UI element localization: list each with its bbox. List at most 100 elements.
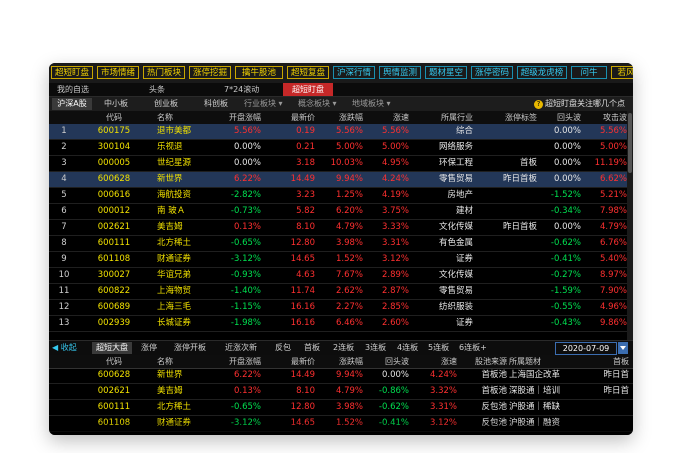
top-col-header-5[interactable]: 涨跌幅 [317, 111, 363, 124]
pool-tab-1[interactable]: 超短大盘 [92, 342, 132, 354]
top-col-header-3[interactable]: 开盘涨幅 [215, 111, 261, 124]
table-row[interactable]: 002621 美吉姆 0.13% 8.10 4.79% -0.86% 3.32% 首板池 深股通… [49, 384, 633, 400]
cell-theme: 沪股通｜稀缺 [509, 402, 561, 412]
cell-chg: 2.27% [335, 302, 363, 312]
bottom-col-header-4[interactable]: 最新价 [269, 355, 315, 368]
nav-tab-3[interactable]: 超短盯盘 [283, 83, 333, 96]
table-row[interactable]: 600628 新世界 6.22% 14.49 9.94% 0.00% 4.24% 首板池 上海国… [49, 368, 633, 384]
cell-ind: 房地产 [447, 190, 473, 200]
table-row[interactable]: 3 000005 世纪星源 0.00% 3.18 10.03% 4.95% 环保工程 首板 0.0… [49, 156, 633, 172]
cell-name: 上海三毛 [157, 302, 192, 312]
toolbar-button-10[interactable]: 超级龙虎榜 [517, 66, 567, 79]
market-tab-3[interactable]: 科创板 [204, 98, 232, 110]
pool-tab-7[interactable]: 2连板 [333, 342, 357, 354]
table-row[interactable]: 1 600175 退市美都 5.56% 0.19 5.56% 5.56% 综合 0.00% 5.5… [49, 124, 633, 140]
vertical-scrollbar[interactable] [627, 111, 633, 340]
toolbar-button-12[interactable]: 若风 [611, 66, 633, 79]
table-row[interactable]: 6 000012 南 玻Ａ -0.73% 5.82 6.20% 3.75% 建材 -0.34% 7… [49, 204, 633, 220]
table-row[interactable]: 2 300104 乐视退 0.00% 0.21 5.00% 5.00% 网络服务 0.00% 5.… [49, 140, 633, 156]
market-tab-0[interactable]: 沪深A股 [52, 98, 92, 110]
market-tab-4[interactable]: 行业板块 ▾ [244, 98, 288, 110]
top-col-header-1[interactable]: 代码 [89, 111, 139, 124]
pool-tab-8[interactable]: 3连板 [365, 342, 389, 354]
top-col-header-0[interactable] [53, 111, 75, 124]
toolbar-button-3[interactable]: 涨停挖掘 [189, 66, 231, 79]
collapse-button[interactable]: ◀ 收起 [52, 342, 82, 354]
chevron-down-icon[interactable] [618, 342, 628, 354]
pool-tab-10[interactable]: 5连板 [428, 342, 452, 354]
bottom-col-header-1[interactable]: 代码 [89, 355, 139, 368]
cell-n: 12 [58, 302, 70, 312]
table-row[interactable]: 11 600822 上海物贸 -1.40% 11.74 2.62% 2.87% 零售贸易 -1.… [49, 284, 633, 300]
table-row[interactable]: 5 000616 海航投资 -2.82% 3.23 1.25% 4.19% 房地产 -1.52%… [49, 188, 633, 204]
nav-tab-0[interactable]: 我的自选 [57, 83, 97, 96]
cell-ind: 有色金属 [438, 238, 473, 248]
cell-code: 600111 [97, 402, 131, 412]
table-row[interactable]: 7 002621 美吉姆 0.13% 8.10 4.79% 3.33% 文化传媒 昨日首板 0.0… [49, 220, 633, 236]
top-col-header-10[interactable]: 攻击波 [587, 111, 627, 124]
cell-pool: 反包池 [481, 402, 507, 412]
date-picker[interactable]: 2020-07-09 [555, 342, 617, 355]
bottom-col-header-6[interactable]: 回头波 [367, 355, 409, 368]
cell-code: 600689 [97, 302, 131, 312]
cell-open: -1.15% [230, 302, 261, 312]
market-tab-6[interactable]: 地域板块 ▾ [352, 98, 396, 110]
table-row[interactable]: 8 600111 北方稀土 -0.65% 12.80 3.98% 3.31% 有色金属 -0.6… [49, 236, 633, 252]
toolbar-button-2[interactable]: 热门板块 [143, 66, 185, 79]
top-col-header-4[interactable]: 最新价 [269, 111, 315, 124]
market-tab-5[interactable]: 概念板块 ▾ [298, 98, 342, 110]
bottom-col-header-5[interactable]: 涨跌幅 [317, 355, 363, 368]
cell-tag [479, 268, 537, 283]
pool-tab-5[interactable]: 反包 [275, 342, 295, 354]
toolbar-button-6[interactable]: 沪深行情 [333, 66, 375, 79]
toolbar-button-7[interactable]: 舆情监测 [379, 66, 421, 79]
pool-tab-6[interactable]: 首板 [304, 342, 324, 354]
cell-back: -0.55% [550, 302, 581, 312]
cell-speed: 3.32% [429, 386, 457, 396]
toolbar-button-11[interactable]: 问牛 [571, 66, 607, 79]
table-row[interactable]: 13 002939 长城证券 -1.98% 16.16 6.46% 2.60% 证券 -0.43… [49, 316, 633, 332]
pool-tab-2[interactable]: 涨停 [141, 342, 161, 354]
table-row[interactable]: 9 601108 财通证券 -3.12% 14.65 1.52% 3.12% 证券 -0.41%… [49, 252, 633, 268]
table-row[interactable]: 600111 北方稀土 -0.65% 12.80 3.98% -0.62% 3.31% 反包池… [49, 400, 633, 416]
pool-tab-3[interactable]: 涨停开板 [174, 342, 210, 354]
bottom-col-header-8[interactable]: 股池来源 [467, 355, 507, 368]
table-row[interactable]: 4 600628 新世界 6.22% 14.49 9.94% 4.24% 零售贸易 昨日首板 0.… [49, 172, 633, 188]
cell-name: 新世界 [157, 174, 183, 184]
cell-open: -2.82% [230, 190, 261, 200]
bottom-col-header-2[interactable]: 名称 [157, 355, 217, 368]
pool-tab-9[interactable]: 4连板 [397, 342, 421, 354]
toolbar-button-9[interactable]: 涨停密码 [471, 66, 513, 79]
bottom-col-header-10[interactable]: 首板 [589, 355, 629, 368]
top-col-header-9[interactable]: 回头波 [545, 111, 581, 124]
market-tab-1[interactable]: 中小板 [104, 98, 132, 110]
top-col-header-6[interactable]: 涨速 [367, 111, 409, 124]
cell-name: 财通证券 [157, 254, 192, 264]
toolbar-button-4[interactable]: 擒牛股池 [235, 66, 283, 79]
cell-chg: 1.52% [335, 254, 363, 264]
nav-tab-2[interactable]: 7*24滚动 [224, 83, 264, 96]
scrollbar-thumb[interactable] [628, 113, 632, 173]
bottom-col-header-3[interactable]: 开盘涨幅 [215, 355, 261, 368]
table-row[interactable]: 10 300027 华谊兄弟 -0.93% 4.63 7.67% 2.89% 文化传媒 -0.2… [49, 268, 633, 284]
toolbar-button-5[interactable]: 超短复盘 [287, 66, 329, 79]
cell-code: 600822 [97, 286, 131, 296]
top-col-header-8[interactable]: 涨停标签 [479, 111, 537, 124]
top-col-header-2[interactable]: 名称 [157, 111, 217, 124]
toolbar-button-1[interactable]: 市场情绪 [97, 66, 139, 79]
pool-tab-4[interactable]: 近涨次新 [225, 342, 261, 354]
bottom-col-header-9[interactable]: 所属题材 [509, 355, 573, 368]
cell-speed: 2.87% [381, 286, 409, 296]
top-col-header-7[interactable]: 所属行业 [421, 111, 473, 124]
watch-notice[interactable]: ? 超短盯盘关注哪几个点 [534, 98, 625, 110]
pool-tab-11[interactable]: 6连板+ [459, 342, 487, 354]
bottom-col-header-7[interactable]: 涨速 [411, 355, 457, 368]
cell-tag [479, 316, 537, 331]
nav-tab-1[interactable]: 头条 [149, 83, 179, 96]
bottom-col-header-0[interactable] [53, 355, 75, 368]
toolbar-button-8[interactable]: 题材星空 [425, 66, 467, 79]
cell-tag [479, 300, 537, 315]
market-tab-2[interactable]: 创业板 [154, 98, 182, 110]
toolbar-button-0[interactable]: 超短盯盘 [51, 66, 93, 79]
table-row[interactable]: 12 600689 上海三毛 -1.15% 16.16 2.27% 2.85% 纺织服装 -0.… [49, 300, 633, 316]
